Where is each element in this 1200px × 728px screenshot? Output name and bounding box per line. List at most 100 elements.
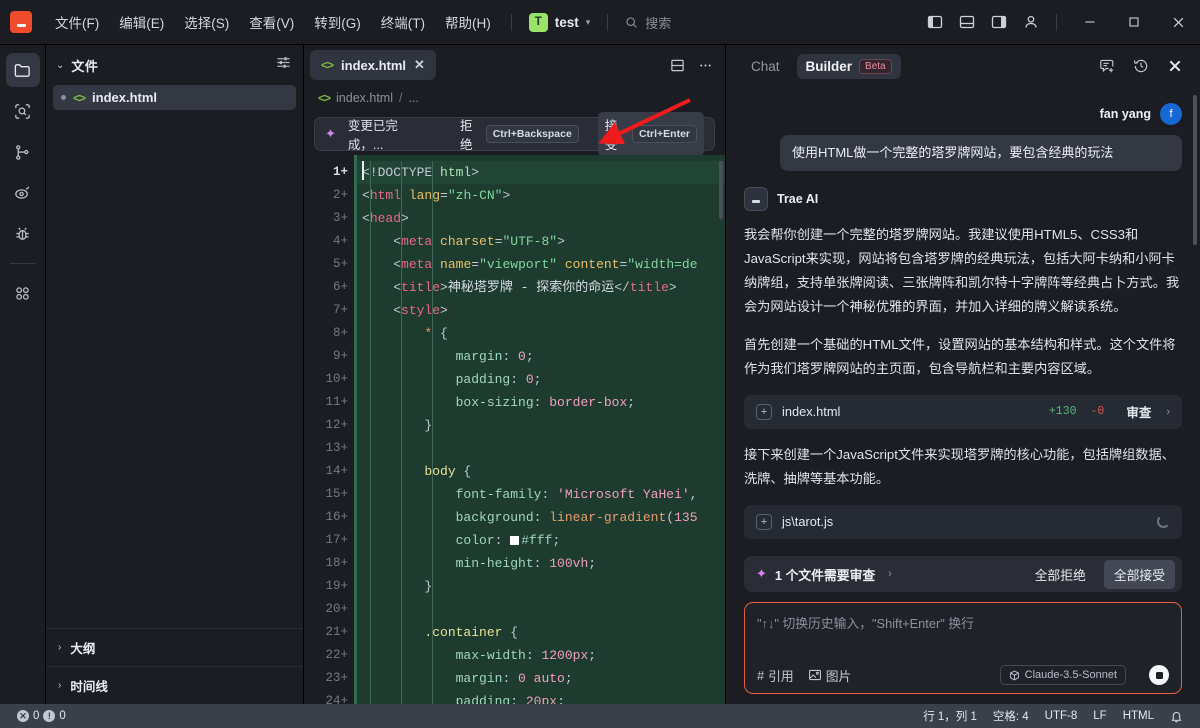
code-line[interactable]: <title>神秘塔罗牌 - 探索你的命运</title>: [354, 276, 725, 299]
tab-builder[interactable]: Builder Beta: [796, 53, 901, 79]
model-selector[interactable]: Claude-3.5-Sonnet: [999, 665, 1126, 685]
code-line[interactable]: background: linear-gradient(135: [354, 506, 725, 529]
chat-composer[interactable]: "↑↓" 切换历史输入，"Shift+Enter" 换行 # 引用 图片 Cla…: [744, 602, 1182, 694]
close-icon[interactable]: [1162, 53, 1188, 79]
new-chat-icon[interactable]: [1094, 53, 1120, 79]
breadcrumb-rest[interactable]: ...: [408, 91, 418, 105]
filter-settings-icon[interactable]: [276, 55, 291, 75]
editor-scrollbar[interactable]: [719, 161, 723, 219]
file-item-index-html[interactable]: <> index.html: [53, 85, 296, 110]
code-line[interactable]: padding: 0;: [354, 368, 725, 391]
code-line[interactable]: [354, 437, 725, 460]
avatar[interactable]: f: [1160, 103, 1182, 125]
file-change-card-tarot-js[interactable]: + js\tarot.js: [744, 504, 1182, 539]
activitybar-item-search[interactable]: [6, 94, 40, 128]
menu-help[interactable]: 帮助(H): [436, 8, 500, 36]
menu-file[interactable]: 文件(F): [46, 8, 108, 36]
activitybar-item-live-preview[interactable]: [6, 176, 40, 210]
explorer-title: 文件: [71, 58, 99, 74]
chevron-down-icon[interactable]: ⌄: [56, 60, 64, 71]
editor-tabbar: <> index.html ✕: [304, 45, 725, 85]
code-line[interactable]: .container {: [354, 621, 725, 644]
menu-view[interactable]: 查看(V): [240, 8, 303, 36]
sidebar-section-timeline[interactable]: › 时间线: [46, 666, 303, 704]
line-number: 11+: [325, 395, 348, 409]
language-mode[interactable]: HTML: [1118, 710, 1159, 722]
eol-mode[interactable]: LF: [1088, 710, 1111, 722]
reject-all-button[interactable]: 全部拒绝: [1025, 560, 1096, 589]
code-line[interactable]: margin: 0 auto;: [354, 667, 725, 690]
section-label: 大纲: [70, 642, 96, 656]
accept-button[interactable]: 接受 Ctrl+Enter: [597, 112, 704, 156]
code-line[interactable]: <!DOCTYPE html>: [354, 161, 725, 184]
code-line[interactable]: min-height: 100vh;: [354, 552, 725, 575]
code-line[interactable]: <meta name="viewport" content="width=de: [354, 253, 725, 276]
search-placeholder: 搜索: [645, 15, 672, 31]
code-line[interactable]: padding: 20px;: [354, 690, 725, 704]
code-line[interactable]: margin: 0;: [354, 345, 725, 368]
chat-messages[interactable]: fan yang f 使用HTML做一个完整的塔罗牌网站，要包含经典的玩法 Tr…: [726, 87, 1200, 556]
activitybar-item-run-and-debug[interactable]: [6, 217, 40, 251]
line-number: 15+: [325, 487, 348, 501]
file-change-card-index-html[interactable]: + index.html +130 -0 审查 ›: [744, 394, 1182, 429]
bell-icon[interactable]: [1165, 710, 1188, 723]
line-number: 20+: [325, 602, 348, 616]
quote-button[interactable]: # 引用: [757, 666, 794, 685]
panel-left-icon[interactable]: [921, 8, 949, 36]
project-selector[interactable]: T test ▾: [523, 10, 597, 35]
code-line[interactable]: * {: [354, 322, 725, 345]
history-icon[interactable]: [1128, 53, 1154, 79]
activitybar-item-explorer[interactable]: [5, 53, 40, 87]
code-line[interactable]: box-sizing: border-box;: [354, 391, 725, 414]
more-actions-icon[interactable]: [691, 51, 719, 79]
code-line[interactable]: [354, 598, 725, 621]
accept-shortcut: Ctrl+Enter: [631, 125, 697, 143]
sidebar-section-outline[interactable]: › 大纲: [46, 628, 303, 666]
cursor-position[interactable]: 行 1，列 1: [918, 708, 982, 724]
accept-all-button[interactable]: 全部接受: [1103, 559, 1175, 589]
code-line[interactable]: max-width: 1200px;: [354, 644, 725, 667]
code-content[interactable]: <!DOCTYPE html> <html lang="zh-CN"> <head>…: [354, 155, 725, 704]
encoding[interactable]: UTF-8: [1040, 710, 1083, 722]
indentation[interactable]: 空格: 4: [988, 708, 1034, 724]
review-link[interactable]: 审查: [1126, 402, 1151, 421]
composer-toolbar: # 引用 图片 Claude-3.5-Sonnet: [757, 665, 1169, 685]
menu-goto[interactable]: 转到(G): [305, 8, 370, 36]
activitybar-item-source-control[interactable]: [6, 135, 40, 169]
chat-input[interactable]: "↑↓" 切换历史输入，"Shift+Enter" 换行: [757, 613, 1169, 665]
menu-edit[interactable]: 编辑(E): [110, 8, 173, 36]
maximize-button[interactable]: [1112, 0, 1156, 45]
panel-bottom-icon[interactable]: [953, 8, 981, 36]
code-line[interactable]: }: [354, 575, 725, 598]
chevron-right-icon[interactable]: ›: [888, 568, 892, 580]
split-editor-icon[interactable]: [663, 51, 691, 79]
code-line[interactable]: color: #fff;: [354, 529, 725, 552]
code-line[interactable]: <head>: [354, 207, 725, 230]
account-icon[interactable]: [1017, 8, 1045, 36]
editor-tab-index-html[interactable]: <> index.html ✕: [310, 50, 436, 80]
stop-icon[interactable]: [1149, 665, 1169, 685]
ai-name: Trae AI: [777, 191, 819, 206]
close-button[interactable]: [1156, 0, 1200, 45]
chat-scrollbar[interactable]: [1193, 95, 1197, 245]
minimize-button[interactable]: [1068, 0, 1112, 45]
menu-terminal[interactable]: 终端(T): [372, 8, 434, 36]
close-icon[interactable]: ✕: [414, 57, 425, 73]
code-line[interactable]: body {: [354, 460, 725, 483]
global-search[interactable]: 搜索: [625, 13, 671, 32]
code-line[interactable]: font-family: 'Microsoft YaHei',: [354, 483, 725, 506]
code-line[interactable]: <style>: [354, 299, 725, 322]
activitybar-item-extensions[interactable]: [6, 276, 40, 310]
code-editor[interactable]: — 1+2+3+4+5+6+7+8+9+10+11+12+13+14+15+16…: [304, 155, 725, 704]
code-line[interactable]: }: [354, 414, 725, 437]
image-button[interactable]: 图片: [808, 666, 851, 685]
problems-indicator[interactable]: ✕ 0 ! 0: [12, 710, 71, 722]
code-line[interactable]: <html lang="zh-CN">: [354, 184, 725, 207]
breadcrumb-file[interactable]: index.html: [336, 91, 393, 105]
menu-select[interactable]: 选择(S): [175, 8, 238, 36]
code-line[interactable]: <meta charset="UTF-8">: [354, 230, 725, 253]
panel-right-icon[interactable]: [985, 8, 1013, 36]
tab-chat[interactable]: Chat: [742, 54, 789, 79]
line-number: 8+: [332, 326, 348, 340]
reject-button[interactable]: 拒绝 Ctrl+Backspace: [453, 112, 586, 156]
